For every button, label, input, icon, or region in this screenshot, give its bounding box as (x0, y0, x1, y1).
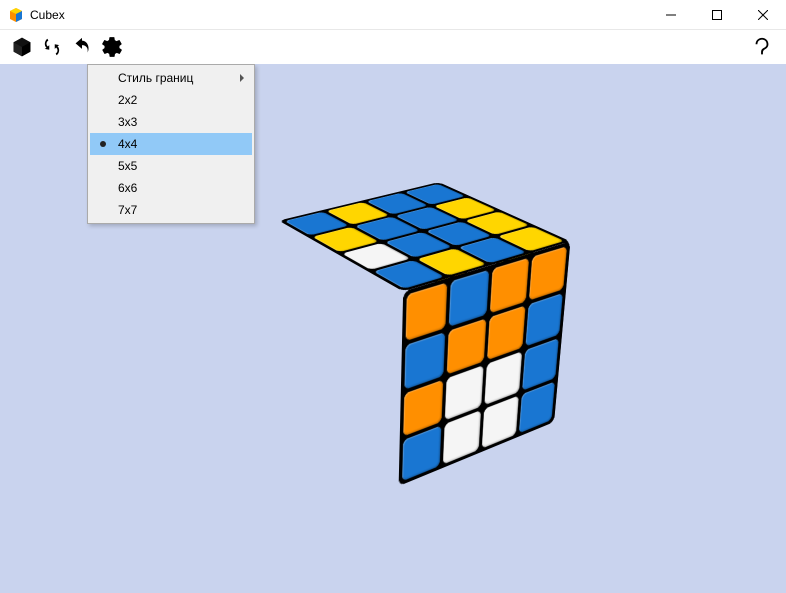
cube-tile[interactable] (449, 270, 489, 327)
menu-item-label: 4x4 (118, 137, 137, 151)
menu-item-2x2[interactable]: 2x2 (90, 89, 252, 111)
minimize-button[interactable] (648, 0, 694, 30)
cube-viewport[interactable] (220, 124, 620, 544)
cube-tile[interactable] (490, 258, 529, 314)
window-title: Cubex (30, 8, 65, 22)
menu-item-label: 5x5 (118, 159, 137, 173)
undo-button[interactable] (68, 33, 96, 61)
menu-item-7x7[interactable]: 7x7 (90, 199, 252, 221)
close-button[interactable] (740, 0, 786, 30)
app-icon (8, 7, 24, 23)
menu-item-label: 6x6 (118, 181, 137, 195)
settings-menu: Стиль границ 2x2 3x3 4x4 5x5 6x6 7x7 (87, 64, 255, 224)
cube-button[interactable] (8, 33, 36, 61)
rubiks-cube[interactable] (337, 210, 501, 440)
canvas-3d[interactable]: Стиль границ 2x2 3x3 4x4 5x5 6x6 7x7 (0, 64, 786, 593)
titlebar: Cubex (0, 0, 786, 30)
settings-button[interactable] (98, 33, 126, 61)
menu-item-label: 7x7 (118, 203, 137, 217)
menu-item-6x6[interactable]: 6x6 (90, 177, 252, 199)
menu-item-5x5[interactable]: 5x5 (90, 155, 252, 177)
menu-item-label: 3x3 (118, 115, 137, 129)
shuffle-button[interactable] (38, 33, 66, 61)
menu-item-3x3[interactable]: 3x3 (90, 111, 252, 133)
menu-item-label: Стиль границ (118, 71, 193, 85)
selected-dot-icon (100, 141, 106, 147)
cube-tile[interactable] (529, 246, 567, 300)
maximize-button[interactable] (694, 0, 740, 30)
menu-item-4x4[interactable]: 4x4 (90, 133, 252, 155)
menu-item-label: 2x2 (118, 93, 137, 107)
toolbar (0, 30, 786, 64)
help-button[interactable] (748, 33, 776, 61)
menu-item-стиль-границ[interactable]: Стиль границ (90, 67, 252, 89)
